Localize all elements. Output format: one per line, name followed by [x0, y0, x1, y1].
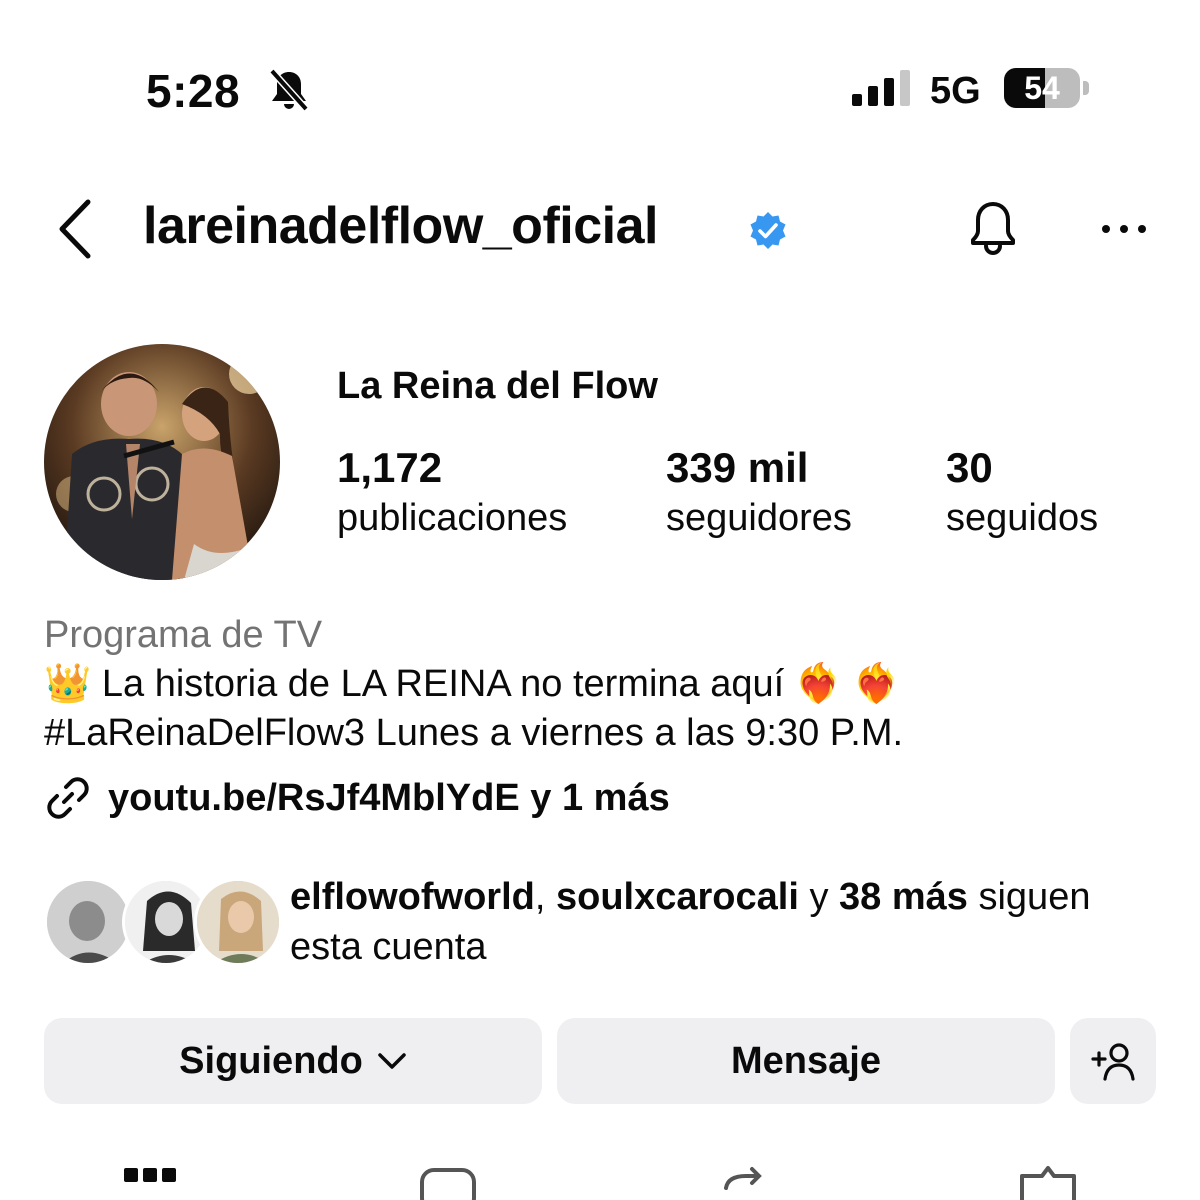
- add-person-icon: [1091, 1043, 1135, 1081]
- following-count: 30: [946, 444, 993, 491]
- bio-line-2[interactable]: #LaReinaDelFlow3 Lunes a viernes a las 9…: [44, 712, 903, 755]
- link-icon: [47, 777, 89, 819]
- suggested-users-button[interactable]: [1070, 1018, 1156, 1104]
- status-time: 5:28: [146, 65, 241, 117]
- profile-username: lareinadelflow_oficial: [143, 197, 658, 255]
- followed-by[interactable]: elflowofworld, soulxcarocali y 38 más si…: [44, 872, 1164, 972]
- cellular-signal-icon: [852, 70, 910, 106]
- link-text[interactable]: youtu.be/RsJf4MblYdE y 1 más: [108, 777, 670, 820]
- follower-avatar: [44, 878, 132, 966]
- profile-avatar[interactable]: [44, 344, 280, 580]
- grid-icon[interactable]: [118, 1160, 182, 1200]
- message-button[interactable]: Mensaje: [557, 1018, 1055, 1104]
- following-button[interactable]: Siguiendo: [44, 1018, 542, 1104]
- verified-badge-icon: [750, 212, 786, 249]
- reposts-icon[interactable]: [712, 1160, 776, 1200]
- message-label: Mensaje: [731, 1039, 881, 1082]
- posts-count: 1,172: [337, 444, 443, 491]
- more-horizontal-icon[interactable]: [1098, 214, 1150, 244]
- network-type: 5G: [930, 70, 981, 112]
- heart-on-fire-emoji: ❤️‍🔥 ❤️‍🔥: [794, 663, 900, 705]
- stat-following[interactable]: 30 seguidos: [946, 444, 1098, 542]
- follower-username[interactable]: soulxcarocali: [556, 876, 799, 918]
- followers-count: 339 mil: [666, 444, 809, 491]
- follower-username[interactable]: elflowofworld: [290, 876, 535, 918]
- followers-more[interactable]: 38 más: [839, 876, 968, 918]
- bio-text: La historia de LA REINA no termina aquí: [101, 662, 785, 705]
- chevron-down-icon: [378, 1053, 406, 1069]
- profile-link[interactable]: youtu.be/RsJf4MblYdE y 1 más: [44, 774, 670, 822]
- posts-label: publicaciones: [337, 497, 568, 539]
- follower-avatar: [194, 878, 282, 966]
- chevron-left-icon[interactable]: [52, 196, 100, 262]
- bio-line-1: 👑 La historia de LA REINA no termina aqu…: [44, 662, 900, 706]
- followed-by-text: elflowofworld, soulxcarocali y 38 más si…: [290, 876, 1091, 968]
- bell-icon[interactable]: [960, 196, 1026, 262]
- stat-followers[interactable]: 339 mil seguidores: [666, 444, 852, 542]
- crown-emoji: 👑: [44, 663, 92, 705]
- profile-category: Programa de TV: [44, 614, 323, 656]
- reels-icon[interactable]: [416, 1160, 480, 1200]
- bell-slash-icon: [269, 68, 309, 112]
- battery-icon: 54: [1004, 68, 1090, 108]
- stat-posts[interactable]: 1,172 publicaciones: [337, 444, 567, 542]
- following-label: Siguiendo: [179, 1039, 363, 1082]
- battery-level: 54: [1024, 70, 1060, 106]
- tagged-icon[interactable]: [1016, 1160, 1080, 1200]
- followers-label: seguidores: [666, 497, 852, 539]
- profile-display-name: La Reina del Flow: [337, 365, 658, 407]
- following-label: seguidos: [946, 497, 1099, 539]
